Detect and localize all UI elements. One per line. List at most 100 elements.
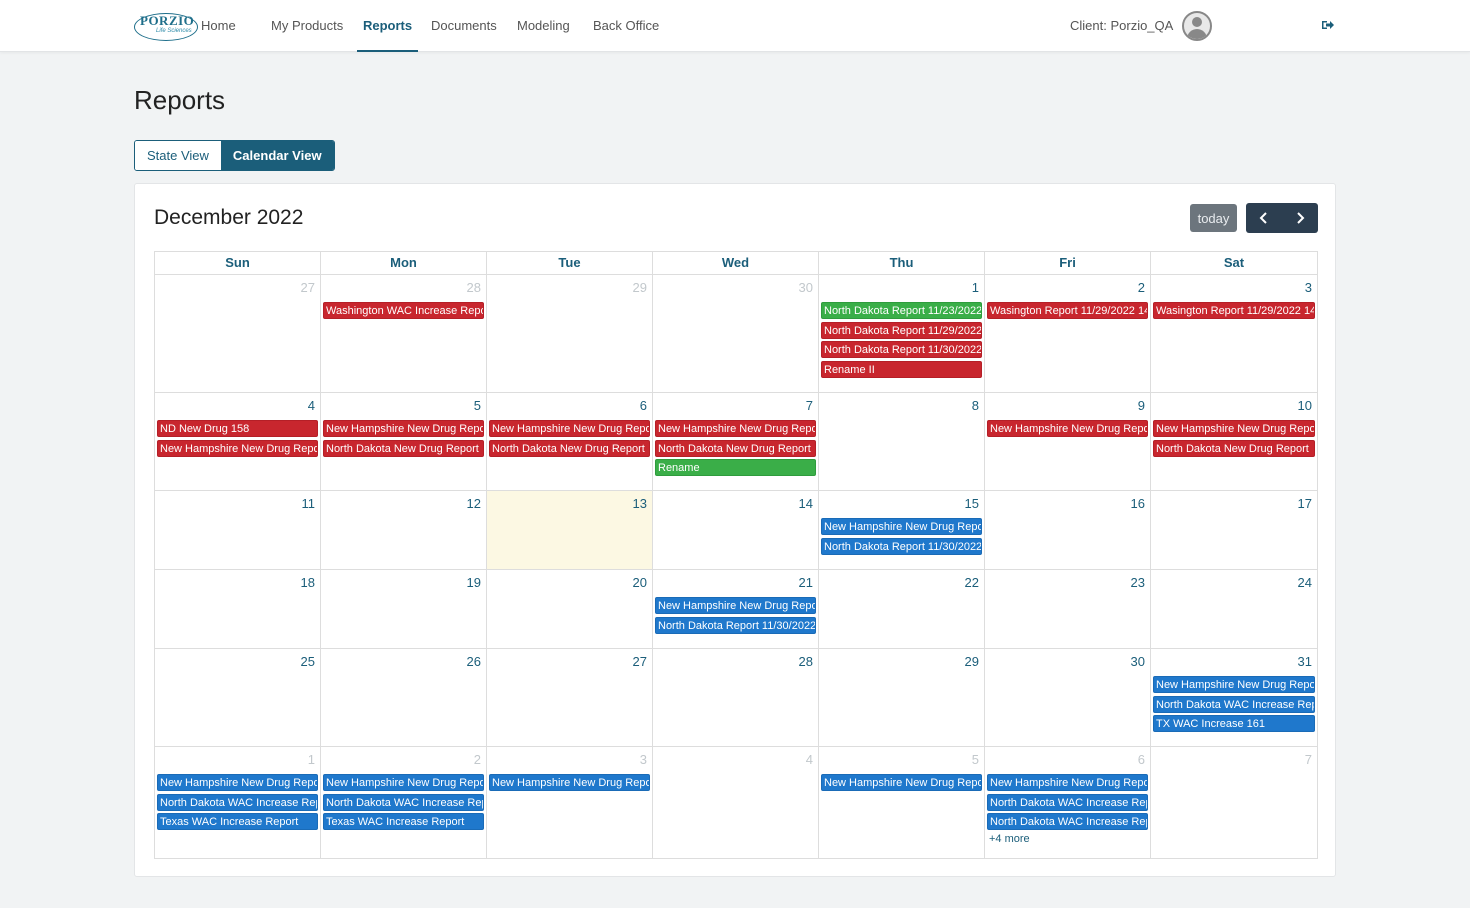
day-number[interactable]: 7 <box>806 398 813 413</box>
calendar-event[interactable]: New Hampshire New Drug Report <box>323 774 484 791</box>
day-cell[interactable]: 2 New Hampshire New Drug Report North Dako… <box>321 747 487 858</box>
calendar-event[interactable]: North Dakota Report 11/29/2022 1 <box>821 321 982 339</box>
day-cell[interactable]: 17 <box>1151 491 1317 569</box>
day-cell[interactable]: 10 New Hampshire New Drug Report North Dak… <box>1151 393 1317 490</box>
day-number[interactable]: 20 <box>633 575 647 590</box>
calendar-event[interactable]: New Hampshire New Drug Report <box>655 420 816 437</box>
calendar-event[interactable]: North Dakota Report 11/30/2022 1 <box>655 616 816 634</box>
day-number[interactable]: 2 <box>474 752 481 767</box>
day-number[interactable]: 13 <box>633 496 647 511</box>
day-number[interactable]: 27 <box>301 280 315 295</box>
day-number[interactable]: 31 <box>1298 654 1312 669</box>
day-cell[interactable]: 19 <box>321 570 487 648</box>
day-cell[interactable]: 24 <box>1151 570 1317 648</box>
today-button[interactable]: today <box>1190 204 1237 232</box>
day-number[interactable]: 14 <box>799 496 813 511</box>
day-cell[interactable]: 27 <box>487 649 653 746</box>
day-number[interactable]: 15 <box>965 496 979 511</box>
day-cell[interactable]: 20 <box>487 570 653 648</box>
day-number[interactable]: 24 <box>1298 575 1312 590</box>
logout-icon[interactable] <box>1321 18 1335 32</box>
day-number[interactable]: 5 <box>972 752 979 767</box>
user-avatar-icon[interactable] <box>1182 11 1212 41</box>
day-number[interactable]: 1 <box>972 280 979 295</box>
day-cell[interactable]: 23 <box>985 570 1151 648</box>
day-number[interactable]: 3 <box>1305 280 1312 295</box>
day-number[interactable]: 4 <box>806 752 813 767</box>
day-number[interactable]: 12 <box>467 496 481 511</box>
day-number[interactable]: 10 <box>1298 398 1312 413</box>
day-cell[interactable]: 11 <box>155 491 321 569</box>
calendar-event[interactable]: New Hampshire New Drug Report <box>489 774 650 791</box>
day-number[interactable]: 8 <box>972 398 979 413</box>
day-cell[interactable]: 1 North Dakota Report 11/23/2022 1 North D… <box>819 275 985 392</box>
calendar-event[interactable]: Rename II <box>821 360 982 378</box>
calendar-event[interactable]: New Hampshire New Drug Report <box>1153 676 1315 693</box>
calendar-event[interactable]: New Hampshire New Drug Report <box>655 597 816 614</box>
calendar-event[interactable]: North Dakota New Drug Report <box>655 439 816 457</box>
next-month-button[interactable] <box>1282 203 1318 233</box>
day-number[interactable]: 9 <box>1138 398 1145 413</box>
day-cell[interactable]: 5 New Hampshire New Drug Report North Dako… <box>321 393 487 490</box>
more-events-link[interactable]: +4 more <box>987 833 1148 845</box>
day-cell[interactable]: 22 <box>819 570 985 648</box>
day-number[interactable]: 21 <box>799 575 813 590</box>
calendar-event[interactable]: ND New Drug 158 <box>157 420 318 437</box>
day-number[interactable]: 30 <box>1131 654 1145 669</box>
prev-month-button[interactable] <box>1246 203 1282 233</box>
calendar-view-button[interactable]: Calendar View <box>220 141 334 170</box>
nav-home[interactable]: Home <box>201 0 236 52</box>
calendar-event[interactable]: North Dakota WAC Increase Report <box>157 793 318 811</box>
day-cell[interactable]: 2 Wasington Report 11/29/2022 14:3 <box>985 275 1151 392</box>
nav-modeling[interactable]: Modeling <box>517 0 570 52</box>
day-cell[interactable]: 30 <box>985 649 1151 746</box>
calendar-event[interactable]: North Dakota Report 11/30/2022 1 <box>821 537 982 555</box>
calendar-event[interactable]: Texas WAC Increase Report <box>157 813 318 830</box>
day-cell[interactable]: 30 <box>653 275 819 392</box>
day-cell[interactable]: 8 <box>819 393 985 490</box>
day-number[interactable]: 5 <box>474 398 481 413</box>
day-cell[interactable]: 12 <box>321 491 487 569</box>
day-number[interactable]: 16 <box>1131 496 1145 511</box>
day-number[interactable]: 2 <box>1138 280 1145 295</box>
day-number[interactable]: 11 <box>302 496 316 511</box>
calendar-event[interactable]: New Hampshire New Drug Report <box>821 774 982 791</box>
day-number[interactable]: 30 <box>799 280 813 295</box>
day-cell[interactable]: 25 <box>155 649 321 746</box>
calendar-event[interactable]: North Dakota New Drug Report <box>489 439 650 457</box>
day-cell[interactable]: 28 <box>653 649 819 746</box>
day-number[interactable]: 1 <box>308 752 315 767</box>
calendar-event[interactable]: New Hampshire New Drug Report <box>1153 420 1315 437</box>
day-number[interactable]: 3 <box>640 752 647 767</box>
day-cell[interactable]: 28 Washington WAC Increase Report <box>321 275 487 392</box>
day-cell-today[interactable]: 13 <box>487 491 653 569</box>
day-number[interactable]: 28 <box>799 654 813 669</box>
day-number[interactable]: 25 <box>301 654 315 669</box>
day-cell[interactable]: 4 <box>653 747 819 858</box>
day-cell[interactable]: 9 New Hampshire New Drug Report <box>985 393 1151 490</box>
calendar-event[interactable]: Rename <box>655 459 816 476</box>
day-cell[interactable]: 15 New Hampshire New Drug Report North Dak… <box>819 491 985 569</box>
day-number[interactable]: 17 <box>1298 496 1312 511</box>
day-number[interactable]: 22 <box>965 575 979 590</box>
calendar-event[interactable]: North Dakota New Drug Report <box>323 439 484 457</box>
calendar-event[interactable]: North Dakota WAC Increase Report <box>987 813 1148 830</box>
day-cell[interactable]: 14 <box>653 491 819 569</box>
day-number[interactable]: 23 <box>1131 575 1145 590</box>
calendar-event[interactable]: Washington WAC Increase Report <box>323 302 484 319</box>
day-cell[interactable]: 31 New Hampshire New Drug Report North Dak… <box>1151 649 1317 746</box>
state-view-button[interactable]: State View <box>135 141 221 170</box>
day-cell[interactable]: 27 <box>155 275 321 392</box>
day-cell[interactable]: 29 <box>487 275 653 392</box>
day-number[interactable]: 29 <box>965 654 979 669</box>
day-number[interactable]: 27 <box>633 654 647 669</box>
calendar-event[interactable]: North Dakota New Drug Report <box>1153 439 1315 457</box>
day-cell[interactable]: 1 New Hampshire New Drug Report North Dako… <box>155 747 321 858</box>
day-cell[interactable]: 7 <box>1151 747 1317 858</box>
day-number[interactable]: 18 <box>301 575 315 590</box>
day-number[interactable]: 6 <box>640 398 647 413</box>
porzio-logo[interactable]: PORZIO Life Sciences <box>134 11 198 41</box>
day-cell[interactable]: 6 New Hampshire New Drug Report North Dako… <box>487 393 653 490</box>
day-cell[interactable]: 3 New Hampshire New Drug Report <box>487 747 653 858</box>
day-cell[interactable]: 26 <box>321 649 487 746</box>
